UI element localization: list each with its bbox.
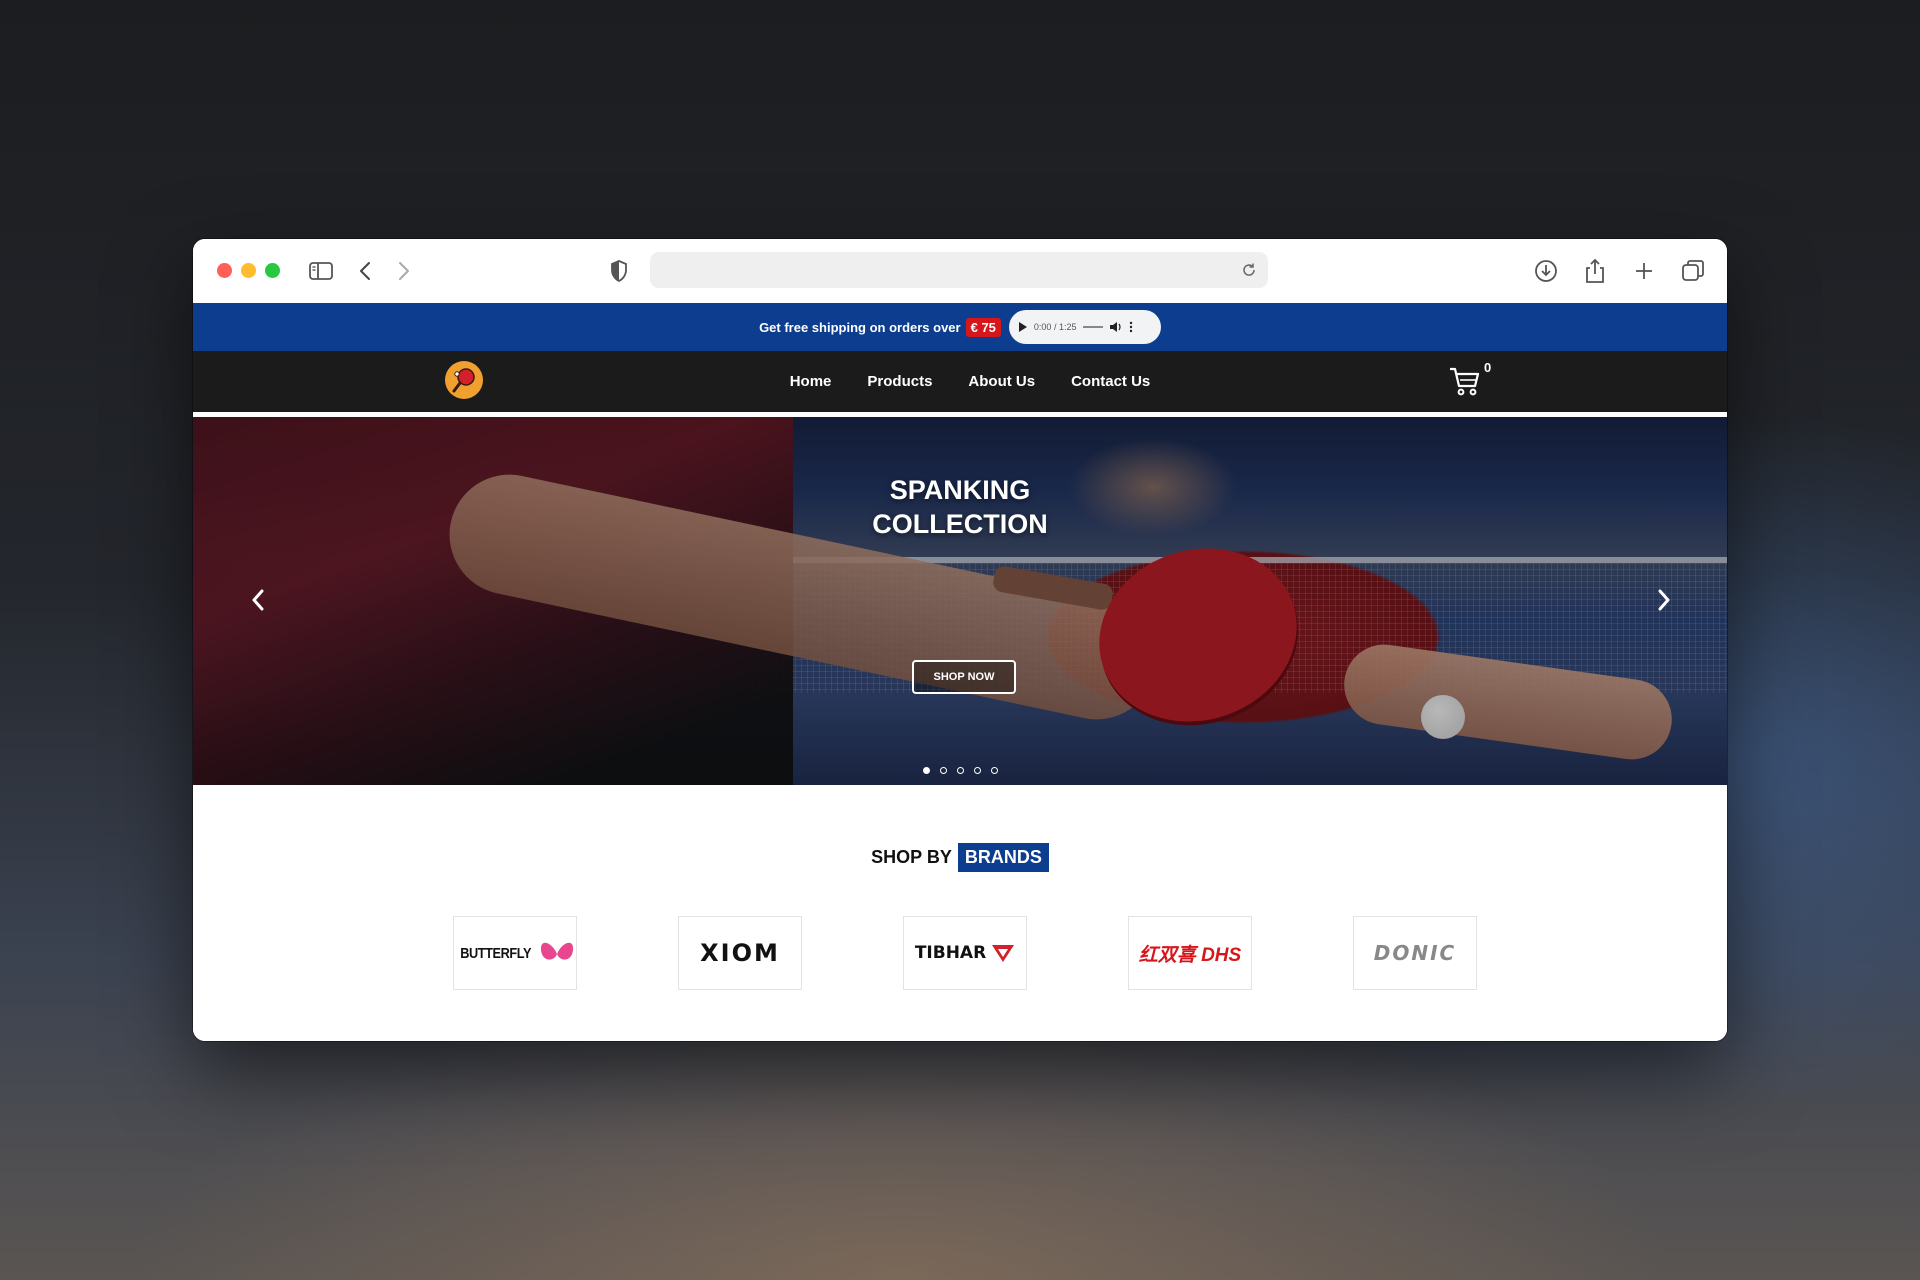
nav-link-contact-us[interactable]: Contact Us [1071, 373, 1150, 390]
hero-title: SPANKING COLLECTION [193, 473, 1727, 541]
play-icon[interactable] [1018, 322, 1027, 332]
brand-xiom-label: XIOM [700, 939, 780, 967]
cart-icon[interactable] [1448, 365, 1482, 397]
promo-bar: Get free shipping on orders over € 75 0:… [193, 303, 1727, 351]
browser-toolbar [193, 239, 1727, 303]
brand-donic-label: DONIC [1373, 941, 1457, 965]
volume-icon[interactable] [1110, 322, 1122, 332]
more-options-icon[interactable] [1129, 321, 1133, 333]
download-icon[interactable] [1531, 256, 1561, 286]
tibhar-emblem-icon [992, 945, 1015, 962]
brand-tibhar-label: TIBHAR [914, 943, 987, 963]
audio-progress-track[interactable] [1083, 326, 1104, 328]
brand-butterfly[interactable]: BUTTERFLY [453, 916, 577, 990]
brand-dhs-label: 红双喜 DHS [1138, 944, 1242, 966]
privacy-shield-icon[interactable] [604, 256, 634, 286]
hero-carousel: SPANKING COLLECTION SHOP NOW [193, 417, 1727, 785]
carousel-dot-2[interactable] [939, 767, 947, 774]
address-bar[interactable] [650, 252, 1268, 288]
audio-player[interactable]: 0:00 / 1:25 [1008, 310, 1161, 344]
carousel-dot-3[interactable] [956, 767, 964, 774]
butterfly-wings-icon [540, 942, 573, 960]
zoom-window-button[interactable] [265, 263, 280, 278]
brands-heading-prefix: SHOP BY [871, 847, 952, 867]
carousel-indicators [193, 767, 1727, 774]
brands-heading: SHOP BY BRANDS [193, 843, 1727, 872]
brand-xiom[interactable]: XIOM [678, 916, 802, 990]
free-shipping-threshold: € 75 [965, 317, 1001, 337]
share-icon[interactable] [1580, 256, 1610, 286]
sidebar-toggle-icon[interactable] [306, 256, 336, 286]
brand-logo-row: BUTTERFLY XIOM TIBHAR 红双喜 DHS DONIC [453, 916, 1477, 990]
reload-icon[interactable] [1240, 261, 1258, 279]
nav-link-products[interactable]: Products [867, 373, 932, 390]
shop-now-button[interactable]: SHOP NOW [912, 660, 1016, 694]
carousel-dot-4[interactable] [973, 767, 981, 774]
browser-window: Get free shipping on orders over € 75 0:… [193, 239, 1727, 1041]
shop-by-brands-section: SHOP BY BRANDS BUTTERFLY XIOM TIBHAR 红双喜… [193, 785, 1727, 1041]
carousel-next-icon[interactable] [1649, 580, 1679, 620]
nav-link-home[interactable]: Home [790, 373, 832, 390]
audio-time: 0:00 / 1:25 [1033, 322, 1077, 332]
forward-icon[interactable] [389, 256, 419, 286]
promo-text: Get free shipping on orders over [759, 319, 961, 335]
carousel-prev-icon[interactable] [243, 580, 273, 620]
nav-links: Home Products About Us Contact Us [193, 351, 1727, 412]
cart-count-badge: 0 [1484, 360, 1492, 375]
main-navbar: Home Products About Us Contact Us 0 [193, 351, 1727, 412]
brand-donic[interactable]: DONIC [1353, 916, 1477, 990]
hero-title-line1: SPANKING [889, 475, 1031, 505]
close-window-button[interactable] [217, 263, 232, 278]
brand-dhs[interactable]: 红双喜 DHS [1128, 916, 1252, 990]
tab-overview-icon[interactable] [1678, 256, 1708, 286]
nav-link-about-us[interactable]: About Us [968, 373, 1035, 390]
brand-butterfly-label: BUTTERFLY [460, 944, 532, 962]
brands-heading-highlight: BRANDS [957, 843, 1049, 872]
brand-tibhar[interactable]: TIBHAR [903, 916, 1027, 990]
carousel-dot-5[interactable] [990, 767, 998, 774]
minimize-window-button[interactable] [241, 263, 256, 278]
new-tab-icon[interactable] [1629, 256, 1659, 286]
hero-title-line2: COLLECTION [872, 509, 1048, 539]
carousel-dot-1[interactable] [922, 767, 930, 774]
back-icon[interactable] [350, 256, 380, 286]
